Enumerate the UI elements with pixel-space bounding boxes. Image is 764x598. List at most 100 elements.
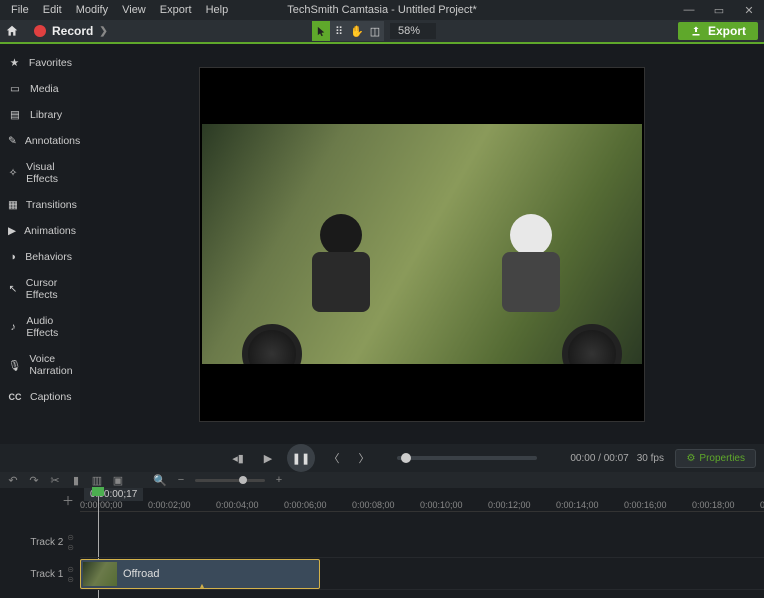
step-forward-button[interactable]: 〉	[353, 447, 375, 469]
snapshot-button[interactable]: ▣	[111, 474, 125, 487]
track-2-hide-icon[interactable]: ⊝	[67, 543, 74, 552]
sidebar-annotations[interactable]: ✎Annotations	[0, 128, 80, 154]
close-icon[interactable]: ✕	[734, 0, 764, 20]
export-button[interactable]: Export	[678, 22, 758, 40]
ruler-tick: 0:00:14;00	[556, 500, 599, 510]
zoom-fit-button[interactable]: 🔍	[153, 474, 167, 487]
marker-button[interactable]: ▥	[90, 474, 104, 487]
sidebar-library[interactable]: ▤Library	[0, 102, 80, 128]
export-icon	[690, 25, 702, 37]
maximize-icon[interactable]: ▭	[704, 0, 734, 20]
split-button[interactable]: ▮	[69, 474, 83, 487]
cc-icon: CC	[8, 392, 22, 402]
ruler-tick: 0:00:08;00	[352, 500, 395, 510]
ruler-tick: 0:00:12;00	[488, 500, 531, 510]
track-1-hide-icon[interactable]: ⊝	[67, 575, 74, 584]
timeline-toolbar: ↶ ↷ ✂ ▮ ▥ ▣ 🔍 − +	[0, 472, 764, 488]
prev-frame-button[interactable]: ◂▮	[227, 447, 249, 469]
cursor-icon: ↖	[8, 283, 18, 295]
track-1-label: Track 1	[30, 569, 63, 580]
redo-button[interactable]: ↷	[27, 474, 41, 487]
video-preview	[202, 124, 642, 364]
select-tool[interactable]	[312, 21, 330, 41]
effects-icon: ✧	[8, 167, 18, 179]
playback-bar: ◂▮ ▶ ❚❚ 〈 〉 00:00 / 00:07 30 fps ⚙ Prope…	[0, 444, 764, 472]
ruler-tick: 0:00:16;00	[624, 500, 667, 510]
transitions-icon: ▦	[8, 199, 18, 211]
volume-slider[interactable]	[397, 456, 537, 460]
properties-button[interactable]: ⚙ Properties	[675, 449, 756, 468]
clip-offroad[interactable]: Offroad	[80, 559, 320, 589]
ruler-tick: 0:00:02;00	[148, 500, 191, 510]
track-2-lane[interactable]	[80, 526, 764, 558]
record-label: Record	[52, 24, 93, 38]
tool-sidebar: ★Favorites ▭Media ▤Library ✎Annotations …	[0, 44, 80, 444]
playback-time-readout: 00:00 / 00:07 30 fps	[570, 453, 664, 464]
annotations-icon: ✎	[8, 135, 17, 147]
behaviors-icon: ◑	[8, 251, 17, 263]
home-button[interactable]	[0, 19, 24, 43]
zoom-level[interactable]: 58%	[390, 23, 436, 39]
ruler-tick: 0:00:00;00	[80, 500, 123, 510]
menu-modify[interactable]: Modify	[69, 2, 115, 18]
play-button[interactable]: ▶	[257, 447, 279, 469]
menu-view[interactable]: View	[115, 2, 153, 18]
sidebar-audio-effects[interactable]: ♪Audio Effects	[0, 308, 80, 346]
cut-button[interactable]: ✂	[48, 474, 62, 487]
menu-edit[interactable]: Edit	[36, 2, 69, 18]
record-dot-icon	[34, 25, 46, 37]
crop-tool[interactable]: ◫	[366, 21, 384, 41]
undo-button[interactable]: ↶	[6, 474, 20, 487]
layout-tool[interactable]: ⠿	[330, 21, 348, 41]
sidebar-captions[interactable]: CCCaptions	[0, 384, 80, 410]
track-2-label: Track 2	[30, 537, 63, 548]
timeline-ruler[interactable]: 0:00:00;17 0:00:00;000:00:02;000:00:04;0…	[80, 488, 764, 512]
sidebar-favorites[interactable]: ★Favorites	[0, 50, 80, 76]
zoom-in-button[interactable]: +	[272, 474, 286, 486]
gear-icon: ⚙	[686, 453, 695, 464]
export-label: Export	[708, 24, 746, 38]
clip-thumbnail	[83, 562, 117, 586]
sidebar-visual-effects[interactable]: ✧Visual Effects	[0, 154, 80, 192]
animations-icon: ▶	[8, 225, 16, 237]
canvas-tools: ⠿ ✋ ◫ 58%	[312, 21, 436, 41]
record-button[interactable]: Record ❯	[24, 19, 118, 43]
ruler-tick: 0:00:04;00	[216, 500, 259, 510]
main-menu: File Edit Modify View Export Help	[0, 2, 235, 18]
sidebar-animations[interactable]: ▶Animations	[0, 218, 80, 244]
mic-icon: 🎙	[8, 359, 21, 372]
timeline-track-headers: ＋ Track 2 ⊝⊝ Track 1 ⊝⊝	[0, 488, 80, 598]
library-icon: ▤	[8, 109, 22, 121]
canvas-frame[interactable]	[199, 67, 645, 422]
sidebar-cursor-effects[interactable]: ↖Cursor Effects	[0, 270, 80, 308]
track-1-lock-icon[interactable]: ⊝	[67, 565, 74, 574]
menu-help[interactable]: Help	[199, 2, 236, 18]
titlebar: File Edit Modify View Export Help TechSm…	[0, 0, 764, 20]
chevron-right-icon: ❯	[99, 26, 107, 37]
menu-export[interactable]: Export	[153, 2, 199, 18]
timeline-tracks-area[interactable]: 0:00:00;17 0:00:00;000:00:02;000:00:04;0…	[80, 488, 764, 598]
zoom-out-button[interactable]: −	[174, 474, 188, 486]
sidebar-transitions[interactable]: ▦Transitions	[0, 192, 80, 218]
canvas-area	[80, 44, 764, 444]
step-back-button[interactable]: 〈	[323, 447, 345, 469]
pause-button[interactable]: ❚❚	[287, 444, 315, 472]
sidebar-media[interactable]: ▭Media	[0, 76, 80, 102]
ruler-tick: 0:00:18;00	[692, 500, 735, 510]
menu-file[interactable]: File	[4, 2, 36, 18]
add-track-button[interactable]: ＋	[60, 492, 76, 508]
timeline-zoom-slider[interactable]	[195, 479, 265, 482]
track-2-lock-icon[interactable]: ⊝	[67, 533, 74, 542]
time-display: 00:00 / 00:07	[570, 453, 628, 464]
track-header-1[interactable]: Track 1 ⊝⊝	[0, 558, 80, 590]
sidebar-behaviors[interactable]: ◑Behaviors	[0, 244, 80, 270]
minimize-icon[interactable]: —	[674, 0, 704, 20]
track-1-lane[interactable]: Offroad	[80, 558, 764, 590]
sidebar-voice-narration[interactable]: 🎙Voice Narration	[0, 346, 80, 384]
ruler-tick: 0:00:06;00	[284, 500, 327, 510]
track-header-2[interactable]: Track 2 ⊝⊝	[0, 526, 80, 558]
window-controls: — ▭ ✕	[674, 0, 764, 20]
pan-tool[interactable]: ✋	[348, 21, 366, 41]
audio-icon: ♪	[8, 321, 18, 333]
properties-label: Properties	[699, 453, 745, 464]
